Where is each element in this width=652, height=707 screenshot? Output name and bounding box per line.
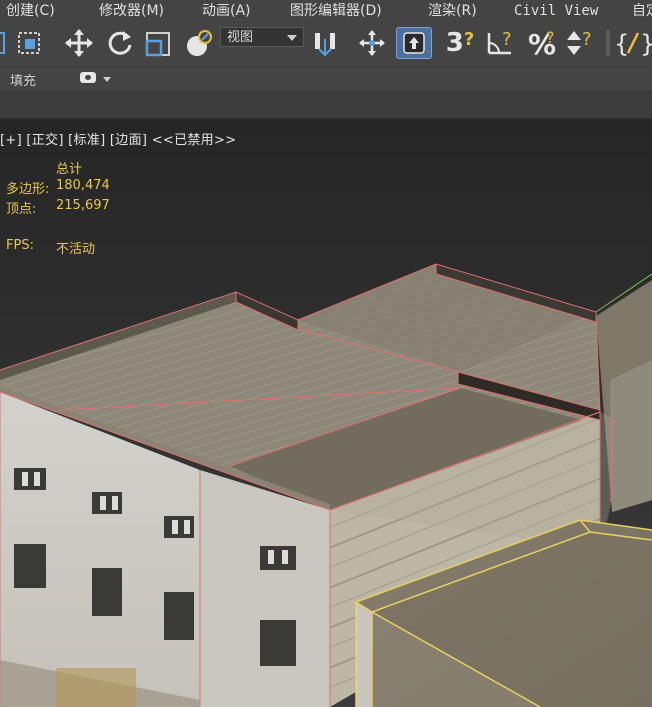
fps-value: 不活动 (56, 242, 96, 257)
chevron-down-icon[interactable] (103, 77, 111, 82)
ribbon-fill-label[interactable]: 填充 (10, 70, 36, 89)
chevron-down-icon (287, 35, 297, 41)
menu-graph-editors[interactable]: 图形编辑器(D) (290, 1, 382, 21)
svg-text:{: { (614, 30, 629, 58)
spinner-snap-icon[interactable]: ? (564, 27, 598, 59)
named-selection-icon[interactable]: {} (614, 27, 652, 59)
menu-customize[interactable]: 自定 (632, 1, 652, 21)
reference-coordinate-dropdown[interactable]: 视图 (220, 27, 304, 47)
svg-text:?: ? (546, 28, 555, 47)
main-toolbar: 视图 3? ? %? ? {} (0, 22, 652, 66)
ribbon-panel-strip (0, 90, 652, 120)
middle-wall (200, 470, 330, 707)
fps-label: FPS: (6, 238, 34, 253)
stats-header: 总计 (56, 162, 83, 177)
reference-coordinate-value: 视图 (227, 30, 254, 45)
vertices-label: 顶点: (6, 202, 37, 217)
select-and-manipulate-icon[interactable] (356, 27, 388, 59)
menu-rendering[interactable]: 渲染(R) (428, 1, 477, 21)
toolbar-separator (606, 30, 610, 56)
menu-modifiers[interactable]: 修改器(M) (99, 1, 164, 21)
scale-icon[interactable] (142, 27, 176, 59)
keyboard-shortcut-override-icon[interactable] (396, 27, 432, 59)
vertices-value: 215,697 (56, 198, 110, 213)
viewport-label[interactable]: [+] [正交] [标准] [边面] <<已禁用>> (0, 129, 236, 148)
pivot-icon[interactable] (310, 27, 344, 59)
ribbon-row: 填充 (0, 66, 652, 91)
rotate-icon[interactable] (105, 27, 135, 59)
select-region-icon[interactable] (0, 27, 8, 59)
placement-icon[interactable] (183, 27, 217, 59)
perspective-viewport[interactable]: [+] [正交] [标准] [边面] <<已禁用>> 总计 多边形: 180,4… (0, 120, 652, 707)
snaps-toggle-label: 3 (445, 28, 464, 58)
percent-snap-icon[interactable]: %? (526, 27, 560, 59)
menu-animation[interactable]: 动画(A) (202, 1, 251, 21)
polygons-value: 180,474 (56, 178, 110, 193)
window-crossing-icon[interactable] (16, 27, 46, 59)
angle-snap-icon[interactable]: ? (484, 27, 518, 59)
svg-text:}: } (640, 30, 652, 58)
snaps-toggle-icon[interactable]: 3? (444, 27, 476, 59)
move-icon[interactable] (63, 27, 95, 59)
polygons-label: 多边形: (6, 182, 50, 197)
menu-bar: 创建(C) 修改器(M) 动画(A) 图形编辑器(D) 渲染(R) Civil … (0, 0, 652, 22)
eye-icon[interactable] (80, 72, 96, 83)
menu-civil-view[interactable]: Civil View (514, 1, 598, 21)
menu-create[interactable]: 创建(C) (6, 1, 55, 21)
svg-text:?: ? (582, 29, 592, 50)
svg-text:?: ? (502, 29, 512, 50)
